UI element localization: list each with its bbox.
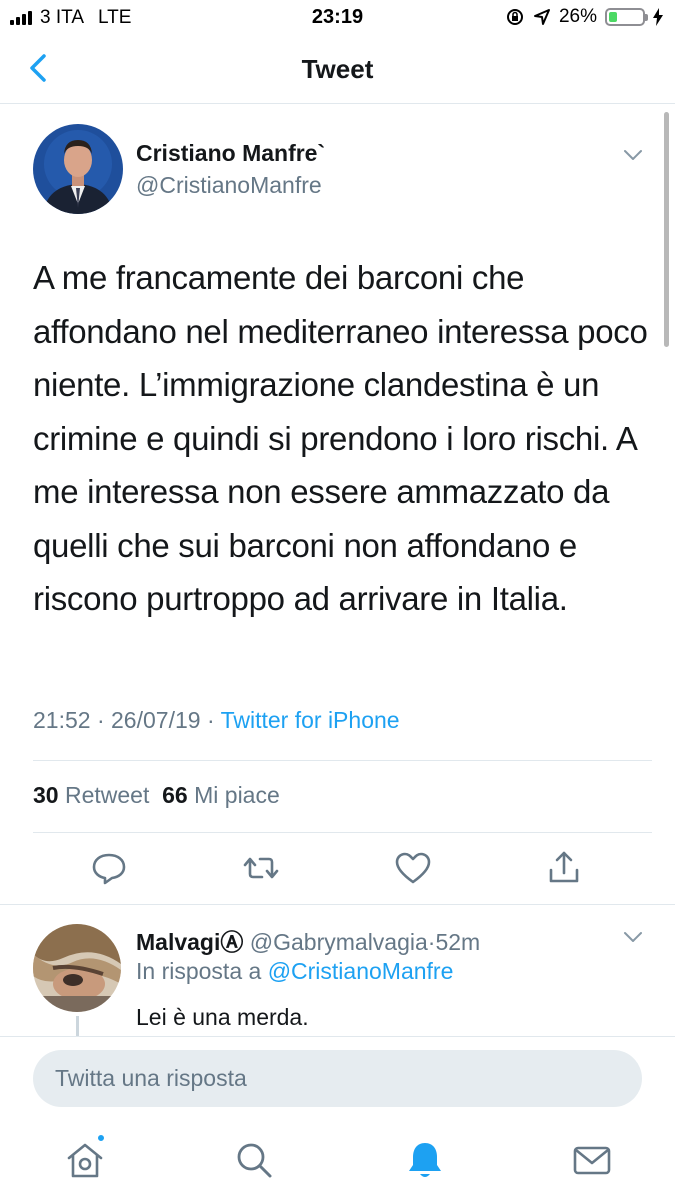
- scroll-indicator[interactable]: [664, 112, 669, 347]
- tab-bar: [0, 1118, 675, 1200]
- screen-lock-icon: [506, 9, 523, 25]
- reply-input[interactable]: [33, 1050, 642, 1107]
- reply-avatar-image: [33, 924, 121, 1012]
- battery-fill: [609, 12, 618, 22]
- messages-icon: [573, 1146, 611, 1175]
- nav-bar: Tweet: [0, 36, 675, 104]
- like-icon[interactable]: [393, 848, 433, 888]
- home-unread-dot: [96, 1133, 106, 1143]
- meta-separator: ·: [206, 707, 215, 733]
- tweet-meta: 21:52 · 26/07/19 · Twitter for iPhone: [33, 707, 400, 734]
- reply-age: 52m: [435, 929, 481, 955]
- tweet-text: A me francamente dei barconi che affonda…: [33, 259, 648, 617]
- divider: [0, 904, 675, 905]
- reply-author-handle[interactable]: @Gabrymalvagia: [250, 929, 428, 955]
- author-avatar-image: [33, 124, 123, 214]
- tweet-stats: 30 Retweet 66 Mi piace: [33, 782, 280, 809]
- like-label[interactable]: Mi piace: [194, 782, 280, 808]
- battery-icon: [605, 8, 648, 26]
- tab-notifications[interactable]: [403, 1138, 447, 1182]
- chevron-down-icon[interactable]: [620, 924, 646, 950]
- reply-header: MalvagiⒶ @Gabrymalvagia·52m: [136, 923, 480, 957]
- reply-to-line: In risposta a @CristianoManfre: [136, 958, 453, 985]
- location-icon: [533, 9, 550, 25]
- home-icon: [67, 1143, 103, 1178]
- meta-separator: ·: [96, 707, 105, 733]
- status-bar: 3 ITA LTE 23:19 26%: [0, 0, 675, 36]
- tweet-date: 26/07/19: [111, 707, 201, 733]
- reply-avatar[interactable]: [33, 924, 121, 1012]
- divider: [33, 832, 652, 833]
- charging-icon: [653, 8, 663, 26]
- author-avatar[interactable]: [33, 124, 123, 214]
- reply-author-name[interactable]: MalvagiⒶ: [136, 929, 243, 955]
- battery-percent: 26%: [558, 6, 597, 27]
- retweet-icon[interactable]: [241, 848, 281, 888]
- search-icon: [237, 1143, 272, 1178]
- notifications-icon: [409, 1143, 441, 1177]
- divider: [33, 760, 652, 761]
- tab-home[interactable]: [63, 1133, 107, 1182]
- reply-to-prefix: In risposta a: [136, 958, 262, 984]
- reply-text: Lei è una merda.: [136, 1004, 309, 1030]
- page-title: Tweet: [301, 54, 374, 84]
- reply-to-mention[interactable]: @CristianoManfre: [268, 958, 454, 984]
- author-name[interactable]: Cristiano Manfre`: [136, 140, 325, 167]
- like-count[interactable]: 66: [162, 782, 188, 808]
- tweet-time: 21:52: [33, 707, 91, 733]
- retweet-count[interactable]: 30: [33, 782, 59, 808]
- status-right: 26%: [505, 6, 663, 28]
- tab-search[interactable]: [232, 1138, 276, 1182]
- thread-line: [76, 1016, 79, 1038]
- tab-messages[interactable]: [570, 1138, 614, 1182]
- author-handle[interactable]: @CristianoManfre: [136, 172, 322, 199]
- reply-icon[interactable]: [89, 848, 129, 888]
- chevron-down-icon[interactable]: [620, 142, 646, 168]
- share-icon[interactable]: [544, 848, 584, 888]
- retweet-label[interactable]: Retweet: [65, 782, 149, 808]
- tweet-source-link[interactable]: Twitter for iPhone: [221, 707, 400, 733]
